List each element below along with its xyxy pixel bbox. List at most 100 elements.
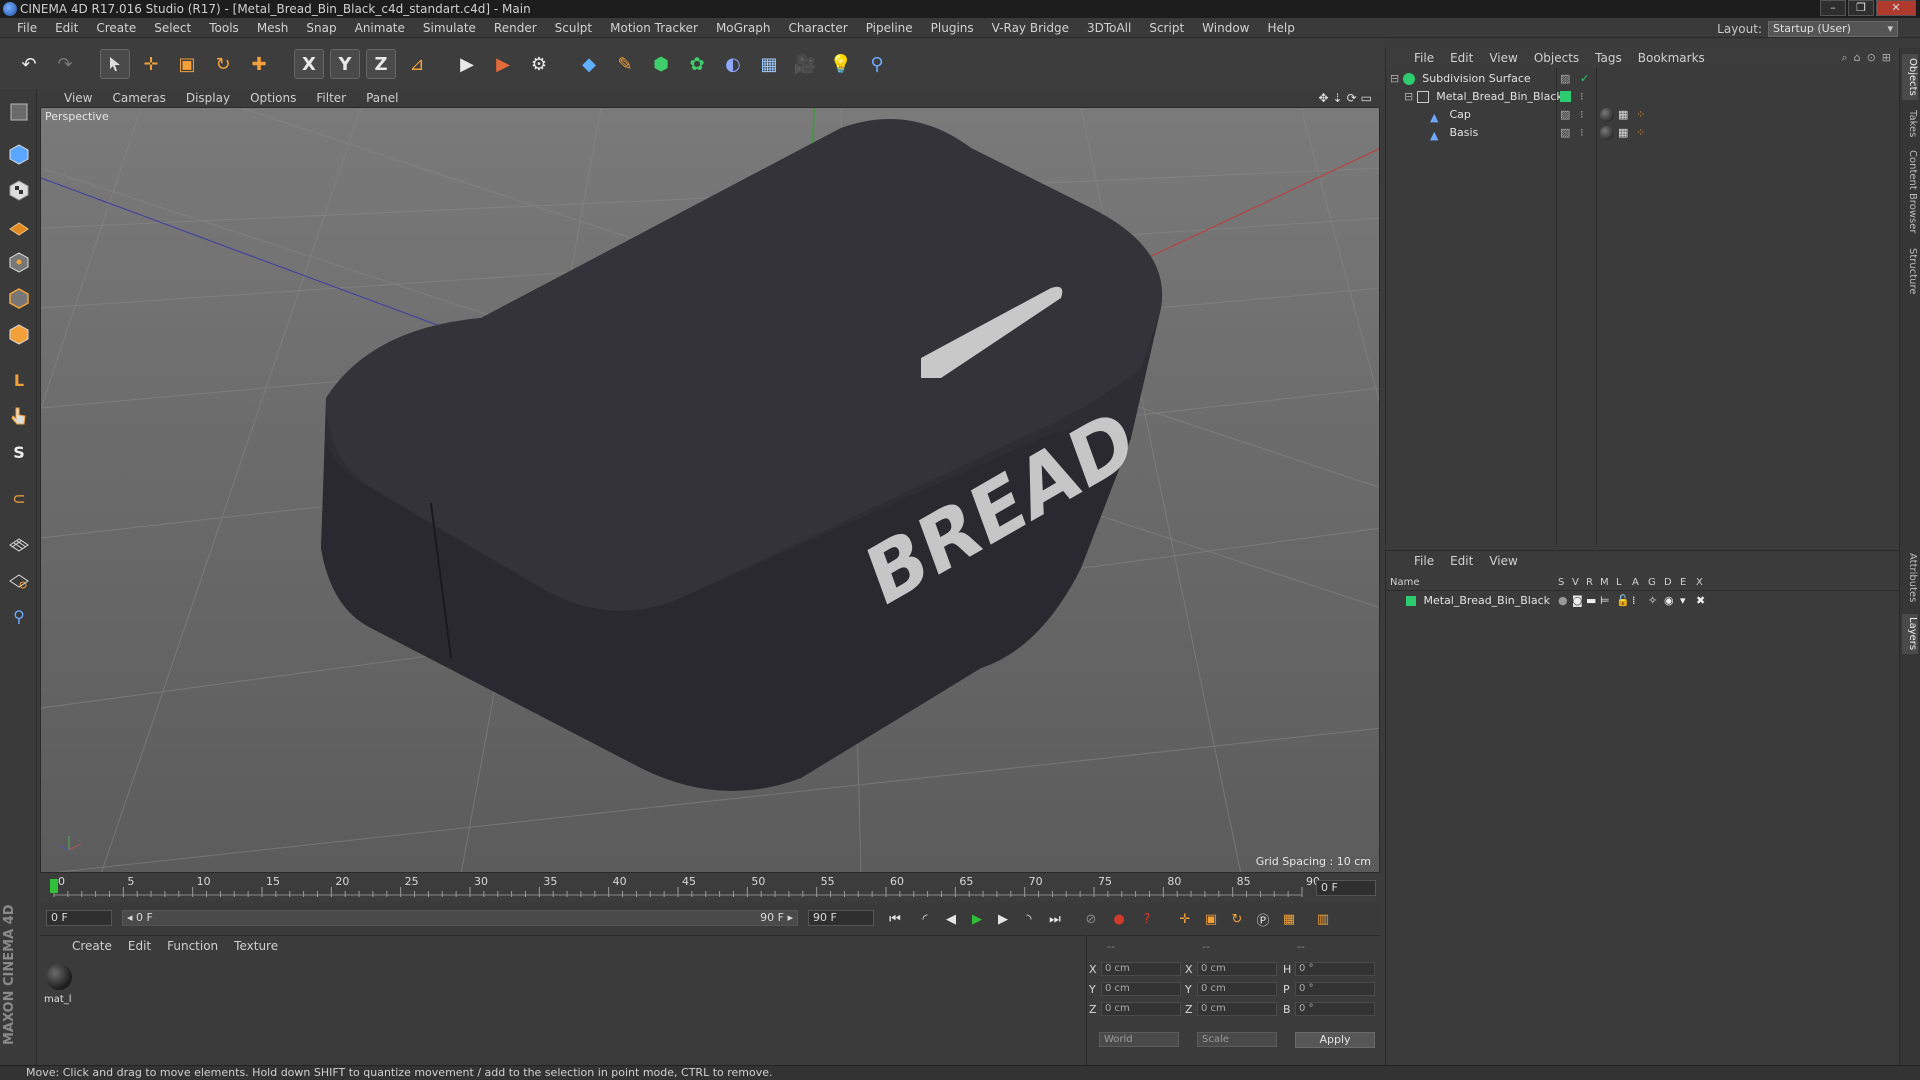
- menu-script[interactable]: Script: [1140, 18, 1193, 38]
- visibility-dots-icon[interactable]: ⁝: [1580, 88, 1584, 106]
- x-axis-lock-button[interactable]: X: [294, 49, 324, 79]
- visibility-toggle-icon[interactable]: ▨: [1560, 70, 1570, 88]
- menu-simulate[interactable]: Simulate: [414, 18, 485, 38]
- visibility-toggle-icon[interactable]: ▨: [1560, 106, 1570, 124]
- key-rotation-icon[interactable]: ↻: [1226, 908, 1248, 930]
- viewport-menu-display[interactable]: Display: [176, 91, 240, 105]
- expressions-toggle-icon[interactable]: ▾: [1680, 593, 1686, 609]
- menu-animate[interactable]: Animate: [346, 18, 414, 38]
- menu-snap[interactable]: Snap: [297, 18, 345, 38]
- generators-toggle-icon[interactable]: ✧: [1648, 593, 1657, 609]
- keyframe-selection-icon[interactable]: ⊘: [1080, 908, 1102, 930]
- material-menu-create[interactable]: Create: [64, 939, 120, 953]
- next-key-icon[interactable]: ◝: [1018, 908, 1040, 930]
- next-frame-icon[interactable]: ▶: [992, 908, 1014, 930]
- menu-select[interactable]: Select: [145, 18, 200, 38]
- key-parameter-icon[interactable]: Ⓟ: [1252, 908, 1274, 930]
- texture-tag-icon[interactable]: ▦: [1618, 106, 1628, 124]
- collapse-icon[interactable]: ⊟: [1390, 72, 1399, 85]
- timeline-playhead[interactable]: [50, 879, 58, 893]
- previous-frame-icon[interactable]: ◀: [940, 908, 962, 930]
- viewport-menu-panel[interactable]: Panel: [356, 91, 408, 105]
- solo-toggle-icon[interactable]: ●: [1558, 593, 1568, 609]
- live-selection-icon[interactable]: ✚: [244, 49, 274, 79]
- axis-mode-icon[interactable]: L: [4, 365, 34, 395]
- previous-key-icon[interactable]: ◜: [914, 908, 936, 930]
- model-mode-icon[interactable]: [4, 139, 34, 169]
- layer-color-icon[interactable]: [1406, 596, 1416, 606]
- viewport-menu-filter[interactable]: Filter: [306, 91, 356, 105]
- menu-edit[interactable]: Edit: [46, 18, 87, 38]
- tab-objects[interactable]: Objects: [1902, 54, 1918, 100]
- python-script-icon[interactable]: ⚲: [862, 49, 892, 79]
- size-y-field[interactable]: 0 cm: [1197, 982, 1277, 996]
- tab-takes[interactable]: Takes: [1902, 106, 1918, 142]
- pan-icon[interactable]: ✥: [1318, 91, 1328, 105]
- objects-menu-view[interactable]: View: [1481, 51, 1525, 65]
- phong-tag-icon[interactable]: ⁘: [1636, 124, 1645, 142]
- collapse-icon[interactable]: ⊟: [1404, 90, 1413, 103]
- texture-mode-icon[interactable]: [4, 175, 34, 205]
- go-to-start-icon[interactable]: ⏮: [884, 908, 906, 930]
- menu-character[interactable]: Character: [779, 18, 856, 38]
- object-row-metal-bread-bin-black[interactable]: ⊟ Metal_Bread_Bin_Black ⁝: [1386, 88, 1900, 106]
- undo-icon[interactable]: ↶: [14, 49, 44, 79]
- snap-icon[interactable]: S: [4, 437, 34, 467]
- menu-pipeline[interactable]: Pipeline: [857, 18, 922, 38]
- coordinate-mode-select[interactable]: World: [1099, 1032, 1179, 1047]
- apply-button[interactable]: Apply: [1295, 1032, 1375, 1048]
- rotation-h-field[interactable]: 0 °: [1295, 962, 1375, 976]
- material-tag-icon[interactable]: [1600, 126, 1614, 140]
- animation-toggle-icon[interactable]: ⁞: [1632, 593, 1636, 609]
- object-row-cap[interactable]: ▲ Cap ▨ ⁝ ▦ ⁘: [1386, 106, 1900, 124]
- material-tag-icon[interactable]: [1600, 108, 1614, 122]
- camera-icon[interactable]: 🎥: [790, 49, 820, 79]
- material-menu-texture[interactable]: Texture: [226, 939, 286, 953]
- python-console-icon[interactable]: ⚲: [4, 601, 34, 631]
- menu-window[interactable]: Window: [1193, 18, 1258, 38]
- workplane-grid-icon[interactable]: [4, 565, 34, 595]
- key-position-icon[interactable]: ✛: [1174, 908, 1196, 930]
- rotate-tool-icon[interactable]: ↻: [208, 49, 238, 79]
- pen-spline-icon[interactable]: ✎: [610, 49, 640, 79]
- current-frame-field[interactable]: 0 F: [1316, 880, 1376, 896]
- enabled-check-icon[interactable]: ✓: [1580, 70, 1589, 88]
- tab-content-browser[interactable]: Content Browser: [1902, 146, 1918, 238]
- play-forward-icon[interactable]: ▶: [966, 908, 988, 930]
- record-icon[interactable]: ●: [1108, 908, 1130, 930]
- menu-create[interactable]: Create: [87, 18, 145, 38]
- phong-tag-icon[interactable]: ⁘: [1636, 106, 1645, 124]
- cube-primitive-icon[interactable]: ◆: [574, 49, 604, 79]
- visibility-dots-icon[interactable]: ⁝: [1580, 124, 1584, 142]
- object-row-basis[interactable]: ▲ Basis ▨ ⁝ ▦ ⁘: [1386, 124, 1900, 142]
- layout-select[interactable]: Startup (User): [1768, 21, 1898, 37]
- viewport-menu-view[interactable]: View: [54, 91, 102, 105]
- move-tool-icon[interactable]: ✛: [136, 49, 166, 79]
- material-preview-sphere[interactable]: [46, 964, 72, 990]
- tweak-mode-icon[interactable]: [4, 401, 34, 431]
- objects-menu-file[interactable]: File: [1406, 51, 1442, 65]
- workplane-lock-icon[interactable]: [4, 529, 34, 559]
- texture-tag-icon[interactable]: ▦: [1618, 124, 1628, 142]
- search-icon[interactable]: ⌕: [1841, 51, 1847, 65]
- start-frame-field[interactable]: 0 F: [46, 910, 112, 926]
- z-axis-lock-button[interactable]: Z: [366, 49, 396, 79]
- size-x-field[interactable]: 0 cm: [1197, 962, 1277, 976]
- visibility-dots-icon[interactable]: ⁝: [1580, 106, 1584, 124]
- render-settings-icon[interactable]: ⚙: [524, 49, 554, 79]
- orbit-icon[interactable]: ⟳: [1347, 91, 1357, 105]
- workplane-mode-icon[interactable]: [4, 211, 34, 241]
- link-icon[interactable]: ⊙: [1867, 51, 1876, 65]
- layers-menu-edit[interactable]: Edit: [1442, 554, 1481, 568]
- deformers-toggle-icon[interactable]: ◉: [1664, 593, 1674, 609]
- menu-tools[interactable]: Tools: [200, 18, 248, 38]
- scale-tool-icon[interactable]: ▣: [172, 49, 202, 79]
- close-button[interactable]: ✕: [1876, 0, 1916, 16]
- tab-layers[interactable]: Layers: [1902, 614, 1918, 654]
- perspective-viewport[interactable]: BREAD Perspective Grid Spacing : 10 cm: [40, 107, 1380, 873]
- make-editable-icon[interactable]: [4, 97, 34, 127]
- home-icon[interactable]: ⌂: [1854, 51, 1861, 65]
- size-z-field[interactable]: 0 cm: [1197, 1002, 1277, 1016]
- cloner-array-icon[interactable]: ✿: [682, 49, 712, 79]
- maximize-button[interactable]: ❐: [1848, 0, 1874, 16]
